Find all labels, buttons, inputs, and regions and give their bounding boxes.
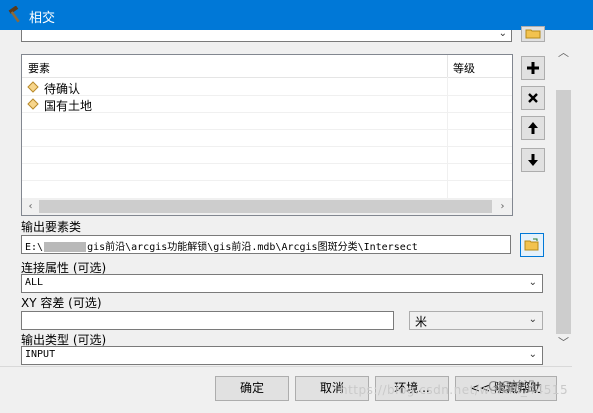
output-type-value: INPUT [25, 349, 56, 360]
scroll-up-icon[interactable]: ︿ [557, 46, 570, 60]
scroll-left-icon[interactable]: ‹ [24, 200, 37, 213]
move-down-button[interactable] [521, 148, 545, 172]
chevron-down-icon: ⌄ [528, 349, 537, 360]
row-divider [22, 180, 512, 181]
column-header-rank[interactable]: 等级 [453, 60, 475, 76]
scroll-right-icon[interactable]: › [496, 200, 509, 213]
window-title: 相交 [29, 11, 56, 26]
output-path-value: E:\ gis前沿\arcgis功能解锁\gis前沿.mdb\Arcgis图斑分类… [25, 238, 418, 253]
scroll-thumb[interactable] [556, 90, 571, 334]
list-header: 要素 等级 [22, 55, 512, 78]
feature-class-icon [27, 81, 39, 93]
column-grid-line [447, 77, 448, 198]
output-path-suffix: gis前沿\arcgis功能解锁\gis前沿.mdb\Arcgis图斑分类\In… [87, 242, 418, 253]
horizontal-scrollbar[interactable]: ‹ › [22, 198, 512, 215]
vertical-scrollbar[interactable]: ︿ ﹀ [555, 30, 572, 366]
list-item[interactable]: 待确认 [22, 79, 512, 96]
scroll-thumb[interactable] [39, 200, 492, 213]
arrow-up-icon [528, 122, 538, 134]
row-divider [22, 129, 512, 130]
folder-icon [525, 29, 541, 39]
xy-unit-value: 米 [415, 315, 428, 329]
output-path-prefix: E:\ [25, 242, 44, 253]
row-divider [22, 146, 512, 147]
input-features-list[interactable]: 要素 等级 待确认 国有土地 ‹ › [21, 54, 513, 216]
xy-unit-select[interactable]: 米 ⌄ [409, 311, 543, 330]
column-divider[interactable] [447, 55, 448, 77]
help-panel-edge [572, 30, 593, 412]
plus-icon [527, 62, 539, 74]
output-path-field[interactable]: E:\ gis前沿\arcgis功能解锁\gis前沿.mdb\Arcgis图斑分类… [21, 235, 511, 254]
hammer-icon [8, 6, 20, 23]
join-attributes-value: ALL [25, 277, 44, 288]
add-button[interactable] [521, 56, 545, 80]
xy-tolerance-label: XY 容差 (可选) [21, 296, 102, 310]
chevron-down-icon: ⌄ [528, 314, 537, 325]
remove-button[interactable] [521, 86, 545, 110]
ok-button[interactable]: 确定 [215, 376, 289, 401]
folder-open-icon [524, 238, 539, 251]
title-bar: 相交 [0, 0, 593, 30]
chevron-down-icon: ⌄ [528, 277, 537, 288]
move-up-button[interactable] [521, 116, 545, 140]
scroll-down-icon[interactable]: ﹀ [557, 336, 570, 350]
browse-output-button[interactable] [520, 233, 544, 257]
row-divider [22, 112, 512, 113]
arrow-down-icon [528, 154, 538, 166]
output-type-select[interactable]: INPUT ⌄ [21, 346, 543, 365]
close-icon [528, 93, 538, 103]
watermark-brand: GIS前沿 [488, 380, 537, 395]
column-header-feature[interactable]: 要素 [28, 60, 50, 76]
join-attributes-select[interactable]: ALL ⌄ [21, 274, 543, 293]
row-divider [22, 163, 512, 164]
feature-class-icon [27, 98, 39, 110]
browse-input-button[interactable] [521, 26, 545, 42]
redacted-segment [44, 242, 87, 252]
input-features-combo[interactable]: ⌄ [21, 28, 512, 42]
output-label: 输出要素类 [21, 220, 82, 234]
list-item[interactable]: 国有土地 [22, 96, 512, 113]
xy-tolerance-input[interactable] [21, 311, 394, 330]
chevron-down-icon[interactable]: ⌄ [499, 28, 507, 39]
